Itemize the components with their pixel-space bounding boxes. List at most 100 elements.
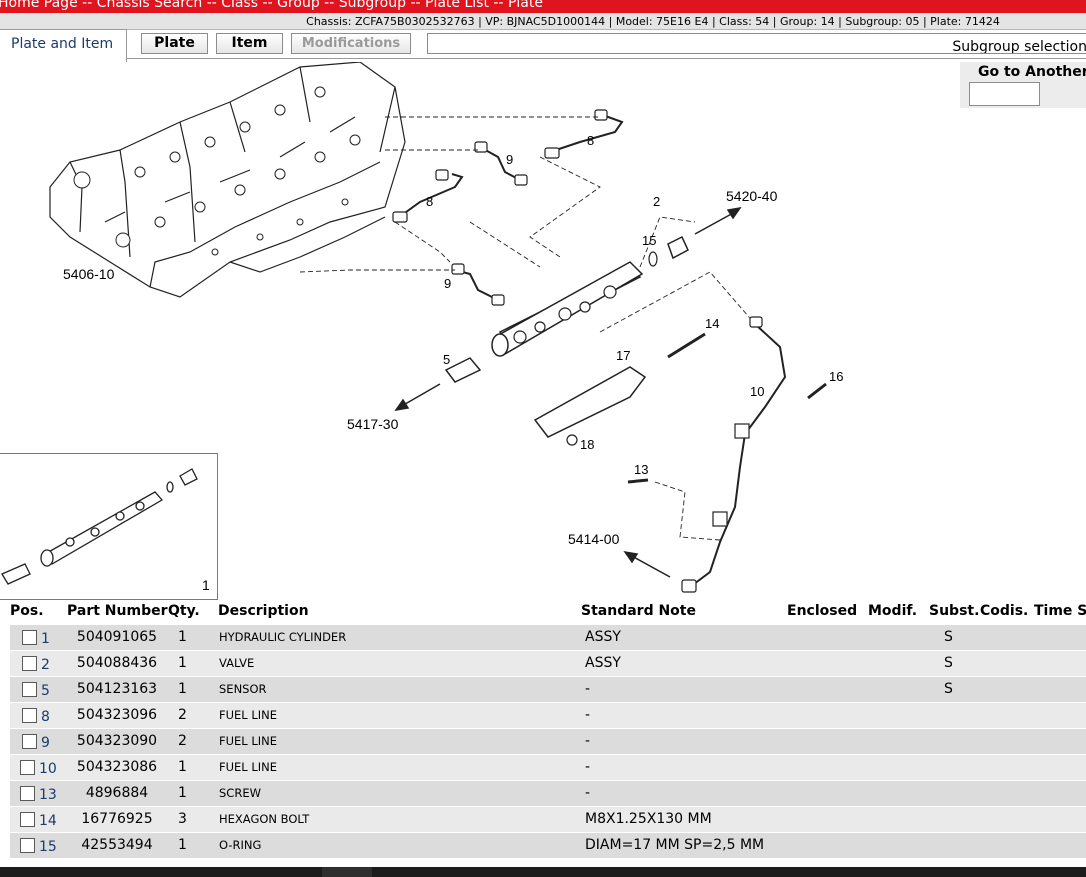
goto-another-input[interactable] bbox=[969, 82, 1040, 106]
callout-17[interactable]: 17 bbox=[616, 348, 630, 363]
qty: 1 bbox=[178, 681, 187, 697]
subst-flag: S bbox=[944, 681, 953, 697]
qty: 1 bbox=[178, 629, 187, 645]
col-modif[interactable]: Modif. bbox=[868, 603, 917, 619]
breadcrumb[interactable]: Home Page -- Chassis Search -- Class -- … bbox=[0, 0, 543, 10]
modifications-button[interactable]: Modifications bbox=[291, 33, 411, 54]
callout-5[interactable]: 5 bbox=[443, 352, 450, 367]
subst-flag: S bbox=[944, 655, 953, 671]
table-row[interactable]: 9 504323090 2 FUEL LINE - bbox=[10, 729, 1086, 754]
standard-note: - bbox=[585, 681, 591, 697]
table-row[interactable]: 5 504123163 1 SENSOR - S bbox=[10, 677, 1086, 702]
ref-5417[interactable]: 5417-30 bbox=[347, 416, 399, 432]
part-number: 42553494 bbox=[81, 837, 153, 853]
table-row[interactable]: 13 4896884 1 SCREW - bbox=[10, 781, 1086, 806]
standard-note: - bbox=[585, 733, 591, 749]
row-checkbox[interactable] bbox=[20, 838, 35, 853]
common-rail-thumbnail: 1 bbox=[1, 468, 210, 593]
row-checkbox[interactable] bbox=[22, 708, 37, 723]
row-checkbox[interactable] bbox=[22, 656, 37, 671]
qty: 1 bbox=[178, 655, 187, 671]
item-thumbnail[interactable]: 1 bbox=[0, 453, 218, 600]
description: HEXAGON BOLT bbox=[219, 812, 310, 826]
standard-note: M8X1.25X130 MM bbox=[585, 811, 712, 827]
description: SCREW bbox=[219, 786, 261, 800]
table-row[interactable]: 14 16776925 3 HEXAGON BOLT M8X1.25X130 M… bbox=[10, 807, 1086, 832]
standard-note: DIAM=17 MM SP=2,5 MM bbox=[585, 837, 765, 853]
pos-link[interactable]: 8 bbox=[41, 705, 50, 730]
ref-5414[interactable]: 5414-00 bbox=[568, 531, 620, 547]
description: SENSOR bbox=[219, 682, 267, 696]
callout-18[interactable]: 18 bbox=[580, 437, 594, 452]
standard-note: - bbox=[585, 707, 591, 723]
standard-note: ASSY bbox=[585, 629, 621, 645]
part-number: 4896884 bbox=[85, 785, 149, 801]
breadcrumb-bar: Home Page -- Chassis Search -- Class -- … bbox=[0, 0, 1086, 13]
pos-link[interactable]: 2 bbox=[41, 653, 50, 678]
col-enclosed[interactable]: Enclosed bbox=[787, 603, 857, 619]
callout-9b[interactable]: 9 bbox=[444, 276, 451, 291]
description: HYDRAULIC CYLINDER bbox=[219, 630, 347, 644]
pos-link[interactable]: 5 bbox=[41, 679, 50, 704]
qty: 1 bbox=[178, 759, 187, 775]
table-row[interactable]: 10 504323086 1 FUEL LINE - bbox=[10, 755, 1086, 780]
part-number: 504323090 bbox=[76, 733, 158, 749]
col-part-number[interactable]: Part Number bbox=[67, 603, 168, 619]
standard-note: - bbox=[585, 785, 591, 801]
toolbar-divider bbox=[127, 58, 1086, 59]
pos-link[interactable]: 1 bbox=[41, 627, 50, 652]
col-codis[interactable]: Codis. bbox=[980, 603, 1028, 619]
callout-15[interactable]: 15 bbox=[642, 233, 656, 248]
subgroup-selection-select[interactable]: Subgroup selection bbox=[427, 33, 1086, 54]
plate-button[interactable]: Plate bbox=[141, 33, 208, 54]
col-time[interactable]: Time S bbox=[1034, 603, 1086, 619]
row-checkbox[interactable] bbox=[20, 760, 35, 775]
callout-14[interactable]: 14 bbox=[705, 316, 719, 331]
description: FUEL LINE bbox=[219, 708, 278, 722]
standard-note: ASSY bbox=[585, 655, 621, 671]
col-description[interactable]: Description bbox=[218, 603, 309, 619]
tab-plate-and-item[interactable]: Plate and Item bbox=[0, 29, 127, 62]
pos-link[interactable]: 14 bbox=[39, 809, 57, 834]
pos-link[interactable]: 10 bbox=[39, 757, 57, 782]
qty: 2 bbox=[178, 707, 187, 723]
callout-13[interactable]: 13 bbox=[634, 462, 648, 477]
callout-8b[interactable]: 8 bbox=[587, 133, 594, 148]
description: FUEL LINE bbox=[219, 734, 278, 748]
description: VALVE bbox=[219, 656, 255, 670]
row-checkbox[interactable] bbox=[22, 734, 37, 749]
part-number: 504323096 bbox=[76, 707, 158, 723]
row-checkbox[interactable] bbox=[20, 812, 35, 827]
table-row[interactable]: 15 42553494 1 O-RING DIAM=17 MM SP=2,5 M… bbox=[10, 833, 1086, 858]
col-standard-note[interactable]: Standard Note bbox=[581, 603, 696, 619]
goto-another-panel: Go to Another bbox=[960, 62, 1086, 108]
part-number: 504088436 bbox=[76, 655, 158, 671]
table-row[interactable]: 2 504088436 1 VALVE ASSY S bbox=[10, 651, 1086, 676]
taskbar-item[interactable] bbox=[322, 867, 372, 877]
pos-link[interactable]: 15 bbox=[39, 835, 57, 860]
callout-2[interactable]: 2 bbox=[653, 194, 660, 209]
part-number: 504123163 bbox=[76, 681, 158, 697]
col-pos[interactable]: Pos. bbox=[10, 603, 44, 619]
item-button[interactable]: Item bbox=[216, 33, 283, 54]
row-checkbox[interactable] bbox=[22, 682, 37, 697]
taskbar bbox=[0, 867, 1086, 877]
goto-another-label: Go to Another bbox=[978, 64, 1086, 80]
table-row[interactable]: 8 504323096 2 FUEL LINE - bbox=[10, 703, 1086, 728]
pos-link[interactable]: 13 bbox=[39, 783, 57, 808]
col-qty[interactable]: Qty. bbox=[168, 603, 200, 619]
row-checkbox[interactable] bbox=[20, 786, 35, 801]
ref-5420[interactable]: 5420-40 bbox=[726, 188, 778, 204]
ref-5406[interactable]: 5406-10 bbox=[63, 266, 115, 282]
callout-16[interactable]: 16 bbox=[829, 369, 843, 384]
callout-10[interactable]: 10 bbox=[750, 384, 764, 399]
col-subst[interactable]: Subst. bbox=[929, 603, 979, 619]
row-checkbox[interactable] bbox=[22, 630, 37, 645]
callout-9a[interactable]: 9 bbox=[506, 152, 513, 167]
table-row[interactable]: 1 504091065 1 HYDRAULIC CYLINDER ASSY S bbox=[10, 625, 1086, 650]
part-number: 504323086 bbox=[76, 759, 158, 775]
callout-8a[interactable]: 8 bbox=[426, 194, 433, 209]
subst-flag: S bbox=[944, 629, 953, 645]
qty: 1 bbox=[178, 837, 187, 853]
pos-link[interactable]: 9 bbox=[41, 731, 50, 756]
